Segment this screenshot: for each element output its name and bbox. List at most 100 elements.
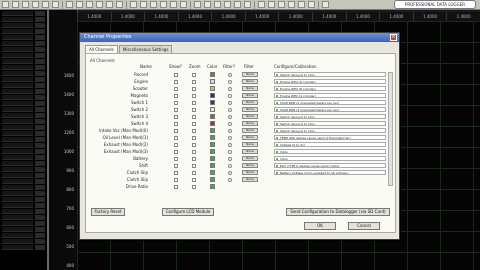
filter-button[interactable]: None: [242, 177, 258, 182]
toolbar-button[interactable]: [234, 1, 241, 8]
toolbar-button[interactable]: [66, 1, 73, 8]
zoom-checkbox[interactable]: [192, 87, 196, 91]
toolbar-button[interactable]: [204, 1, 211, 8]
toolbar-button[interactable]: [106, 1, 113, 8]
filter-button[interactable]: None: [242, 128, 258, 133]
channel-row[interactable]: [2, 83, 45, 88]
calibration-field[interactable]: Switch (Ground to 12v): [274, 114, 386, 119]
channel-row[interactable]: [2, 233, 45, 238]
color-swatch[interactable]: [210, 135, 215, 140]
toolbar-button[interactable]: [194, 1, 201, 8]
toolbar-button[interactable]: [308, 1, 315, 8]
toolbar-button[interactable]: [322, 1, 329, 8]
calibration-field[interactable]: Switch (Ground to 12v): [274, 121, 386, 126]
filter-button[interactable]: None: [242, 114, 258, 119]
filter-radio[interactable]: [228, 101, 232, 105]
toolbar-button[interactable]: [116, 1, 123, 8]
channel-row[interactable]: [2, 107, 45, 112]
filter-button[interactable]: None: [242, 107, 258, 112]
color-swatch[interactable]: [210, 149, 215, 154]
calibration-field[interactable]: Vibro: [274, 149, 386, 154]
filter-radio[interactable]: [228, 73, 232, 77]
toolbar-button[interactable]: [22, 1, 29, 8]
channel-row[interactable]: [2, 167, 45, 172]
toolbar-button[interactable]: [244, 1, 251, 8]
toolbar-button[interactable]: [86, 1, 93, 8]
color-swatch[interactable]: [210, 107, 215, 112]
ok-button[interactable]: OK: [304, 222, 336, 230]
color-swatch[interactable]: [210, 177, 215, 182]
calibration-field[interactable]: TEMP 40K degree range using 0 thermistor…: [274, 135, 386, 140]
toolbar-button[interactable]: [130, 1, 137, 8]
show-checkbox[interactable]: [174, 150, 178, 154]
configure-lcd-button[interactable]: Configure LCD Module: [162, 208, 214, 216]
filter-radio[interactable]: [228, 143, 232, 147]
calibration-field[interactable]: Switch (Ground to 12v): [274, 72, 386, 77]
filter-radio[interactable]: [228, 94, 232, 98]
zoom-checkbox[interactable]: [192, 101, 196, 105]
channel-row[interactable]: [2, 245, 45, 250]
zoom-checkbox[interactable]: [192, 122, 196, 126]
color-swatch[interactable]: [210, 142, 215, 147]
zoom-checkbox[interactable]: [192, 115, 196, 119]
toolbar-button[interactable]: [150, 1, 157, 8]
zoom-checkbox[interactable]: [192, 129, 196, 133]
filter-radio[interactable]: [228, 164, 232, 168]
channel-row[interactable]: [2, 185, 45, 190]
color-swatch[interactable]: [210, 100, 215, 105]
toolbar-button[interactable]: [268, 1, 275, 8]
toolbar-button[interactable]: [258, 1, 265, 8]
toolbar-button[interactable]: [12, 1, 19, 8]
channel-row[interactable]: [2, 11, 45, 16]
zoom-checkbox[interactable]: [192, 143, 196, 147]
channel-row[interactable]: [2, 23, 45, 28]
channel-row[interactable]: [2, 209, 45, 214]
color-swatch[interactable]: [210, 156, 215, 161]
send-configuration-button[interactable]: Send Configuration to Datalogger (via SD…: [286, 208, 390, 216]
toolbar-button[interactable]: [224, 1, 231, 8]
channel-row[interactable]: [2, 137, 45, 142]
color-swatch[interactable]: [210, 114, 215, 119]
channel-row[interactable]: [2, 47, 45, 52]
show-checkbox[interactable]: [174, 80, 178, 84]
toolbar-button[interactable]: [298, 1, 305, 8]
filter-radio[interactable]: [228, 108, 232, 112]
channel-row[interactable]: [2, 203, 45, 208]
channel-row[interactable]: [2, 227, 45, 232]
calibration-field[interactable]: Engine RPM (4 cylinder): [274, 93, 386, 98]
calibration-field[interactable]: Engine RPM (8 cylinder): [274, 86, 386, 91]
show-checkbox[interactable]: [174, 87, 178, 91]
channel-row[interactable]: [2, 77, 45, 82]
filter-radio[interactable]: [228, 80, 232, 84]
channel-row[interactable]: [2, 35, 45, 40]
calibration-field[interactable]: Shaft RPM (2 magnets/triggers per rev): [274, 100, 386, 105]
calibration-field[interactable]: EGT (TYPE K degree range using J type): [274, 163, 386, 168]
channel-row[interactable]: [2, 215, 45, 220]
zoom-checkbox[interactable]: [192, 157, 196, 161]
show-checkbox[interactable]: [174, 164, 178, 168]
filter-button[interactable]: None: [242, 163, 258, 168]
channel-row[interactable]: [2, 17, 45, 22]
filter-button[interactable]: None: [242, 86, 258, 91]
channel-row[interactable]: [2, 119, 45, 124]
toolbar-button[interactable]: [160, 1, 167, 8]
filter-button[interactable]: None: [242, 79, 258, 84]
show-checkbox[interactable]: [174, 143, 178, 147]
toolbar-button[interactable]: [140, 1, 147, 8]
color-swatch[interactable]: [210, 79, 215, 84]
zoom-checkbox[interactable]: [192, 136, 196, 140]
toolbar-button[interactable]: [180, 1, 187, 8]
channel-row[interactable]: [2, 143, 45, 148]
show-checkbox[interactable]: [174, 171, 178, 175]
show-checkbox[interactable]: [174, 122, 178, 126]
show-checkbox[interactable]: [174, 157, 178, 161]
channel-row[interactable]: [2, 221, 45, 226]
show-checkbox[interactable]: [174, 108, 178, 112]
channel-row[interactable]: [2, 161, 45, 166]
show-checkbox[interactable]: [174, 178, 178, 182]
toolbar-button[interactable]: [278, 1, 285, 8]
toolbar-button[interactable]: [32, 1, 39, 8]
filter-radio[interactable]: [228, 129, 232, 133]
zoom-checkbox[interactable]: [192, 94, 196, 98]
zoom-checkbox[interactable]: [192, 185, 196, 189]
